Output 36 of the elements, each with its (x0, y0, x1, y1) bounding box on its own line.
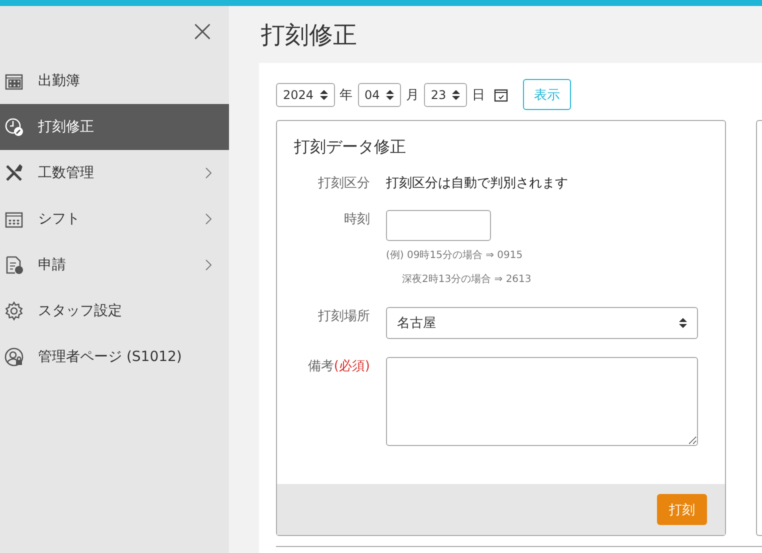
up-down-icon (386, 88, 394, 100)
field-label: 備考(必須) (306, 358, 370, 376)
up-down-icon (320, 88, 328, 100)
day-unit: 日 (472, 86, 486, 104)
tools-icon (4, 163, 24, 183)
page-title: 打刻修正 (260, 20, 358, 51)
sidebar-item[interactable]: 管理者ページ (S1012) (0, 334, 229, 380)
sidebar-item[interactable]: 打刻修正 (0, 104, 229, 150)
user-lock-icon (4, 347, 24, 367)
settings-icon (4, 301, 24, 321)
sidebar-item[interactable]: 工数管理 (0, 150, 229, 196)
hint-text: (例) 09時15分の場合 ⇒ 0915 (386, 248, 524, 263)
clock-edit-icon (4, 117, 24, 137)
place-select[interactable]: 名古屋 (386, 307, 698, 339)
month-unit: 月 (406, 86, 419, 104)
field-label: 打刻区分 (317, 175, 370, 192)
note-input[interactable] (386, 357, 698, 446)
field-value: 打刻区分は自動で判別されます (386, 175, 569, 192)
card-title: 打刻データ修正 (294, 137, 407, 158)
hint-text: 深夜2時13分の場合 ⇒ 2613 (401, 272, 532, 287)
year-select[interactable]: 2024 (276, 82, 335, 106)
time-input[interactable] (386, 210, 491, 241)
field-label: 時刻 (343, 211, 370, 229)
sidebar-item[interactable]: スタッフ設定 (0, 288, 229, 334)
day-select[interactable]: 23 (424, 82, 468, 106)
close-button[interactable]: × (190, 14, 215, 50)
document-upload-icon (4, 255, 24, 275)
sidebar-item[interactable]: シフト (0, 196, 229, 242)
month-select[interactable]: 04 (358, 82, 401, 106)
year-unit: 年 (340, 86, 353, 104)
field-label: 打刻場所 (317, 308, 370, 326)
up-down-icon (679, 317, 687, 329)
sidebar-item[interactable]: 申請 (0, 242, 229, 288)
calendar-icon[interactable] (494, 88, 508, 102)
up-down-icon (452, 88, 460, 100)
sidebar-item[interactable]: 出勤簿 (0, 58, 229, 104)
